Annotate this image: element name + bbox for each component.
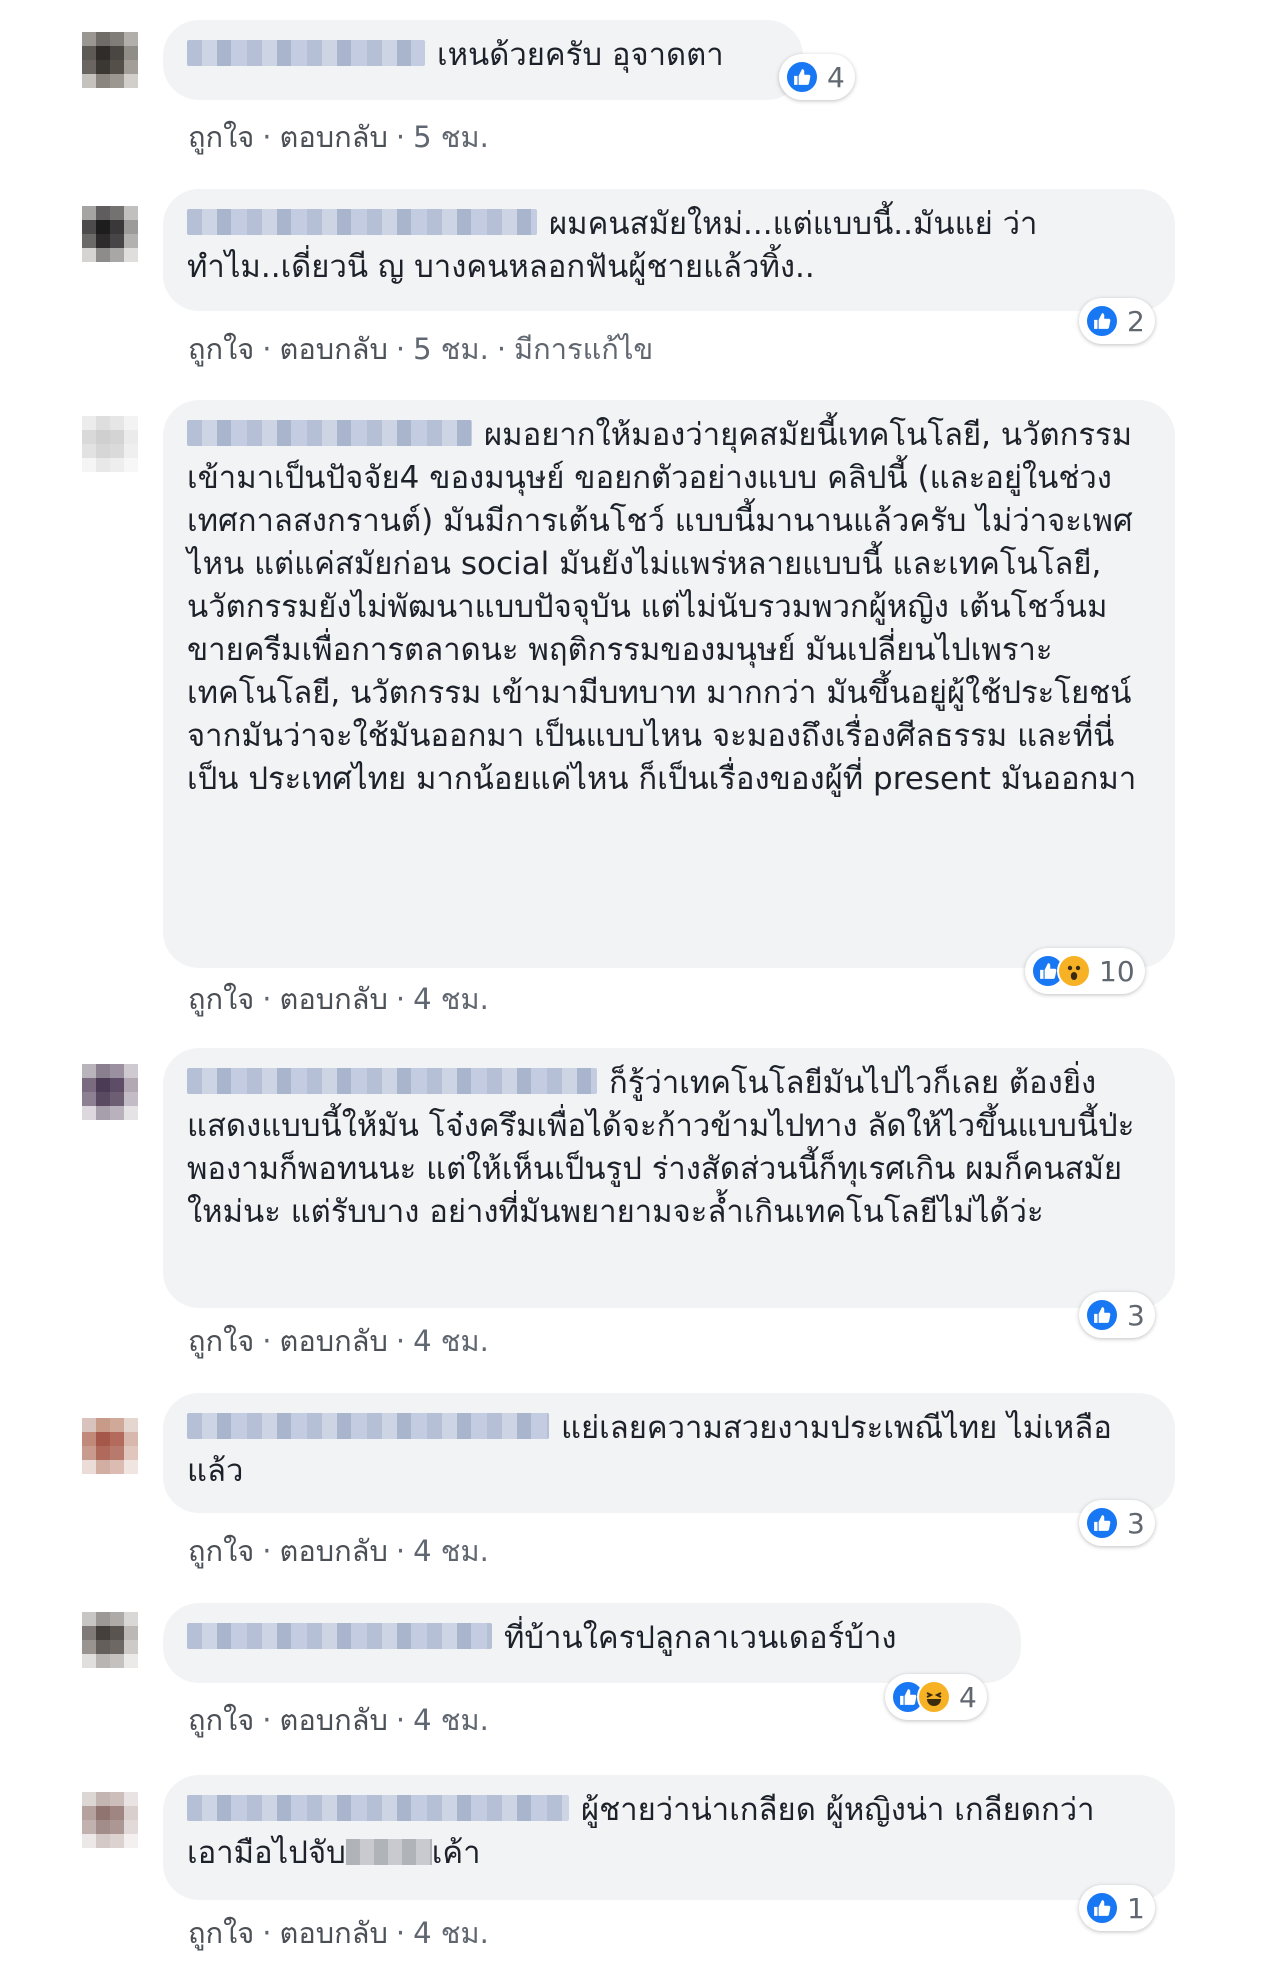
separator-dot: · — [262, 1703, 272, 1737]
commenter-name[interactable] — [187, 1794, 569, 1821]
reaction-summary[interactable]: 3 — [1079, 1500, 1155, 1546]
separator-dot: · — [262, 1534, 272, 1568]
avatar[interactable] — [82, 32, 138, 88]
like-link[interactable]: ถูกใจ — [188, 1324, 254, 1358]
like-link[interactable]: ถูกใจ — [188, 1534, 254, 1568]
timestamp[interactable]: 4 ชม. — [413, 1324, 489, 1358]
like-link[interactable]: ถูกใจ — [188, 120, 254, 154]
comment-actions: ถูกใจ · ตอบกลับ · 4 ชม. — [188, 1697, 489, 1743]
like-link[interactable]: ถูกใจ — [188, 982, 254, 1016]
reaction-count: 10 — [1099, 954, 1135, 988]
avatar[interactable] — [82, 1612, 138, 1668]
reply-link[interactable]: ตอบกลับ — [280, 332, 388, 366]
comment-feed: เหนด้วยครับ อุจาดตา 4 ถูกใจ · ตอบกลับ · 5 ชม… — [0, 0, 1280, 1977]
comment-actions: ถูกใจ · ตอบกลับ · 4 ชม. — [188, 1318, 489, 1364]
separator-dot: · — [496, 332, 507, 366]
comment-bubble: ที่บ้านใครปลูกลาเวนเดอร์บ้าง — [163, 1603, 1021, 1683]
reaction-count: 2 — [1127, 304, 1145, 338]
reaction-count: 1 — [1127, 1891, 1145, 1925]
separator-dot: · — [395, 982, 406, 1016]
separator-dot: · — [395, 1703, 406, 1737]
timestamp[interactable]: 4 ชม. — [413, 1916, 489, 1950]
haha-icon — [917, 1680, 951, 1714]
comment-bubble: เหนด้วยครับ อุจาดตา — [163, 20, 803, 100]
redacted-word — [345, 1838, 432, 1865]
reply-link[interactable]: ตอบกลับ — [280, 120, 388, 154]
avatar[interactable] — [82, 1418, 138, 1474]
timestamp[interactable]: 4 ชม. — [413, 1703, 489, 1737]
separator-dot: · — [262, 982, 272, 1016]
commenter-name[interactable] — [187, 208, 537, 235]
comment-bubble: ผมอยากให้มองว่ายุคสมัยนี้เทคโนโลยี, นวัต… — [163, 400, 1175, 968]
wow-icon — [1057, 954, 1091, 988]
reply-link[interactable]: ตอบกลับ — [280, 1534, 388, 1568]
like-link[interactable]: ถูกใจ — [188, 1916, 254, 1950]
comment-bubble: ผมคนสมัยใหม่...แต่แบบนี้..มันแย่ ว่าทำไม… — [163, 189, 1175, 311]
avatar[interactable] — [82, 416, 138, 472]
comment-text-end: เค้า — [431, 1835, 481, 1871]
timestamp[interactable]: 5 ชม. — [413, 332, 489, 366]
reaction-summary[interactable]: 10 — [1025, 948, 1145, 994]
comment-actions: ถูกใจ · ตอบกลับ · 5 ชม. — [188, 114, 489, 160]
reaction-summary[interactable]: 4 — [779, 54, 855, 100]
separator-dot: · — [262, 120, 272, 154]
reply-link[interactable]: ตอบกลับ — [280, 1324, 388, 1358]
reaction-summary[interactable]: 1 — [1079, 1885, 1155, 1931]
reply-link[interactable]: ตอบกลับ — [280, 982, 388, 1016]
avatar[interactable] — [82, 1064, 138, 1120]
comment-text: เหนด้วยครับ อุจาดตา — [437, 37, 724, 73]
comment-actions: ถูกใจ · ตอบกลับ · 4 ชม. — [188, 1910, 489, 1956]
like-icon — [1085, 1891, 1119, 1925]
separator-dot: · — [395, 332, 406, 366]
like-icon — [1085, 1298, 1119, 1332]
comment-bubble: แย่เลยความสวยงามประเพณีไทย ไม่เหลือแล้ว — [163, 1393, 1175, 1513]
separator-dot: · — [395, 120, 406, 154]
separator-dot: · — [395, 1534, 406, 1568]
reaction-summary[interactable]: 4 — [885, 1674, 987, 1720]
timestamp[interactable]: 4 ชม. — [413, 982, 489, 1016]
avatar[interactable] — [82, 1792, 138, 1848]
like-link[interactable]: ถูกใจ — [188, 1703, 254, 1737]
comment-bubble: ก็รู้ว่าเทคโนโลยีมันไปไวก็เลย ต้องยิ่งแส… — [163, 1048, 1175, 1308]
reaction-summary[interactable]: 2 — [1079, 298, 1155, 344]
separator-dot: · — [262, 332, 272, 366]
commenter-name[interactable] — [187, 39, 425, 66]
avatar[interactable] — [82, 206, 138, 262]
like-link[interactable]: ถูกใจ — [188, 332, 254, 366]
commenter-name[interactable] — [187, 1067, 597, 1094]
commenter-name[interactable] — [187, 1622, 492, 1649]
commenter-name[interactable] — [187, 1412, 549, 1439]
like-icon — [785, 60, 819, 94]
separator-dot: · — [262, 1324, 272, 1358]
timestamp[interactable]: 4 ชม. — [413, 1534, 489, 1568]
like-icon — [1085, 1506, 1119, 1540]
timestamp[interactable]: 5 ชม. — [413, 120, 489, 154]
like-icon — [1085, 304, 1119, 338]
comment-actions: ถูกใจ · ตอบกลับ · 5 ชม. · มีการแก้ไข — [188, 326, 653, 372]
comment-actions: ถูกใจ · ตอบกลับ · 4 ชม. — [188, 1528, 489, 1574]
commenter-name[interactable] — [187, 419, 472, 446]
comment-text: ที่บ้านใครปลูกลาเวนเดอร์บ้าง — [504, 1620, 897, 1656]
reply-link[interactable]: ตอบกลับ — [280, 1916, 388, 1950]
reaction-count: 3 — [1127, 1506, 1145, 1540]
comment-bubble: ผู้ชายว่าน่าเกลียด ผู้หญิงน่า เกลียดกว่า… — [163, 1775, 1175, 1900]
separator-dot: · — [395, 1324, 406, 1358]
comment-text: ผมอยากให้มองว่ายุคสมัยนี้เทคโนโลยี, นวัต… — [187, 417, 1137, 797]
comment-actions: ถูกใจ · ตอบกลับ · 4 ชม. — [188, 976, 489, 1022]
reaction-count: 3 — [1127, 1298, 1145, 1332]
reaction-summary[interactable]: 3 — [1079, 1292, 1155, 1338]
edited-label[interactable]: มีการแก้ไข — [514, 332, 653, 366]
reaction-count: 4 — [827, 60, 845, 94]
reaction-count: 4 — [959, 1680, 977, 1714]
separator-dot: · — [262, 1916, 272, 1950]
reply-link[interactable]: ตอบกลับ — [280, 1703, 388, 1737]
separator-dot: · — [395, 1916, 406, 1950]
